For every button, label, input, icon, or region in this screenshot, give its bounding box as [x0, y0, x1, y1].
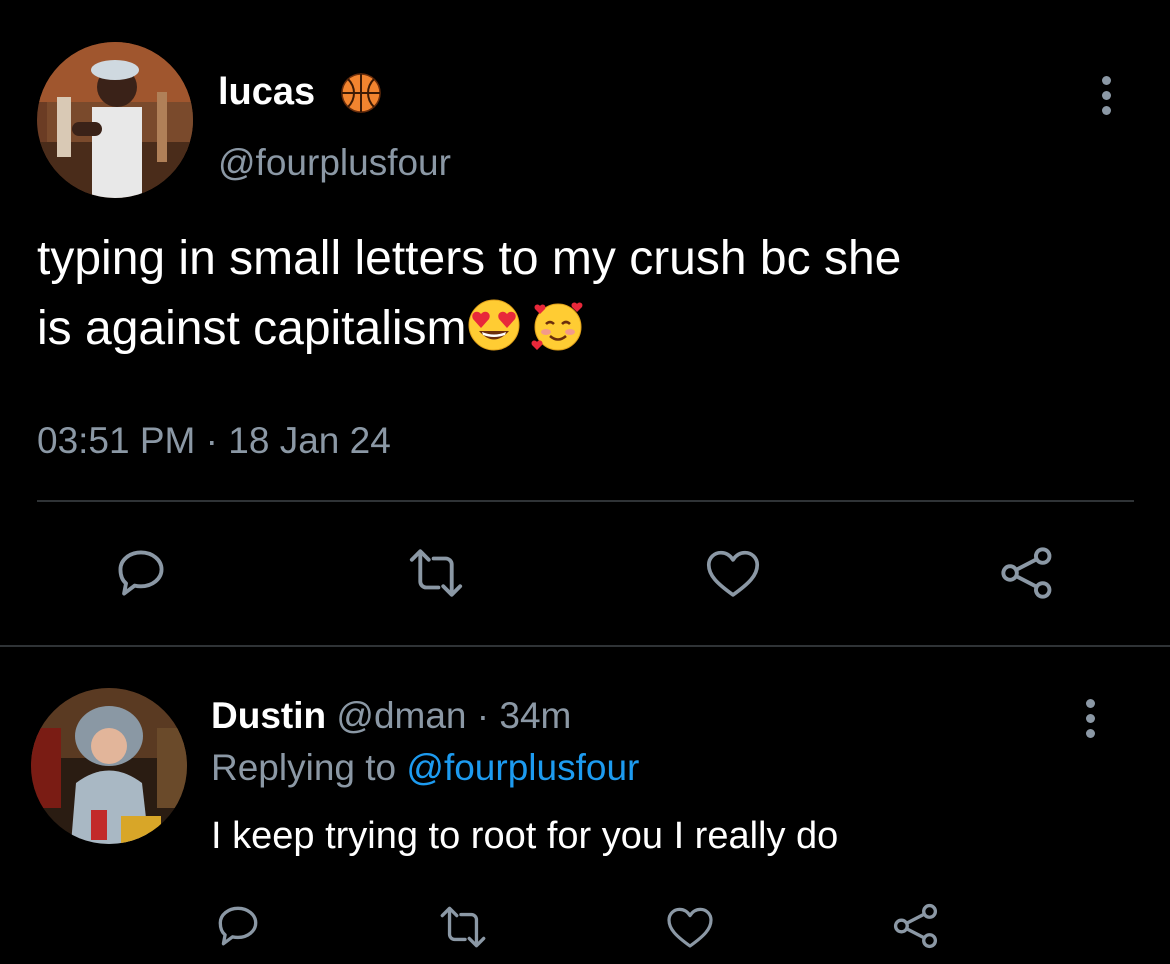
divider — [0, 645, 1170, 647]
heart-eyes-emoji-icon — [467, 298, 521, 372]
tweet-timestamp: 03:51 PM · 18 Jan 24 — [37, 420, 391, 462]
reply-author-name[interactable]: Dustin — [211, 695, 326, 736]
smiling-face-with-hearts-emoji-icon — [531, 298, 585, 372]
tweet-time: 03:51 PM — [37, 420, 196, 461]
author-handle[interactable]: @fourplusfour — [218, 142, 451, 184]
reply-header: Dustin @dman · 34m — [211, 695, 571, 737]
retweet-icon[interactable] — [402, 544, 470, 602]
basketball-emoji-icon — [340, 72, 382, 119]
reply-author-handle[interactable]: @dman — [336, 695, 466, 736]
more-options-icon[interactable] — [1099, 76, 1113, 115]
share-icon[interactable] — [998, 543, 1056, 603]
like-icon[interactable] — [703, 545, 763, 601]
replying-to: Replying to @fourplusfour — [211, 747, 639, 789]
reply-more-options-icon[interactable] — [1083, 699, 1097, 738]
reply-like-icon[interactable] — [664, 903, 716, 951]
tweet-text-line-2: is against capitalism — [37, 294, 1147, 372]
replying-to-link[interactable]: @fourplusfour — [406, 747, 639, 788]
reply-author-avatar[interactable] — [31, 688, 187, 844]
replying-to-label: Replying to — [211, 747, 397, 788]
reply-time: 34m — [499, 695, 572, 736]
reply-share-icon[interactable] — [891, 900, 941, 952]
reply-retweet-icon[interactable] — [434, 902, 492, 952]
reply-separator: · — [476, 695, 490, 736]
tweet-text-line-1: typing in small letters to my crush bc s… — [37, 232, 902, 285]
tweet-text-line-2-text: is against capitalism — [37, 302, 467, 355]
tweet-date: 18 Jan 24 — [228, 420, 391, 461]
reply-icon[interactable] — [112, 544, 170, 602]
timestamp-separator: · — [205, 420, 218, 461]
reply-text: I keep trying to root for you I really d… — [211, 815, 839, 857]
divider — [37, 500, 1134, 502]
reply-reply-icon[interactable] — [213, 901, 263, 951]
author-name[interactable]: lucas — [218, 71, 315, 114]
tweet-text: typing in small letters to my crush bc s… — [37, 224, 1147, 372]
author-avatar[interactable] — [37, 42, 193, 198]
